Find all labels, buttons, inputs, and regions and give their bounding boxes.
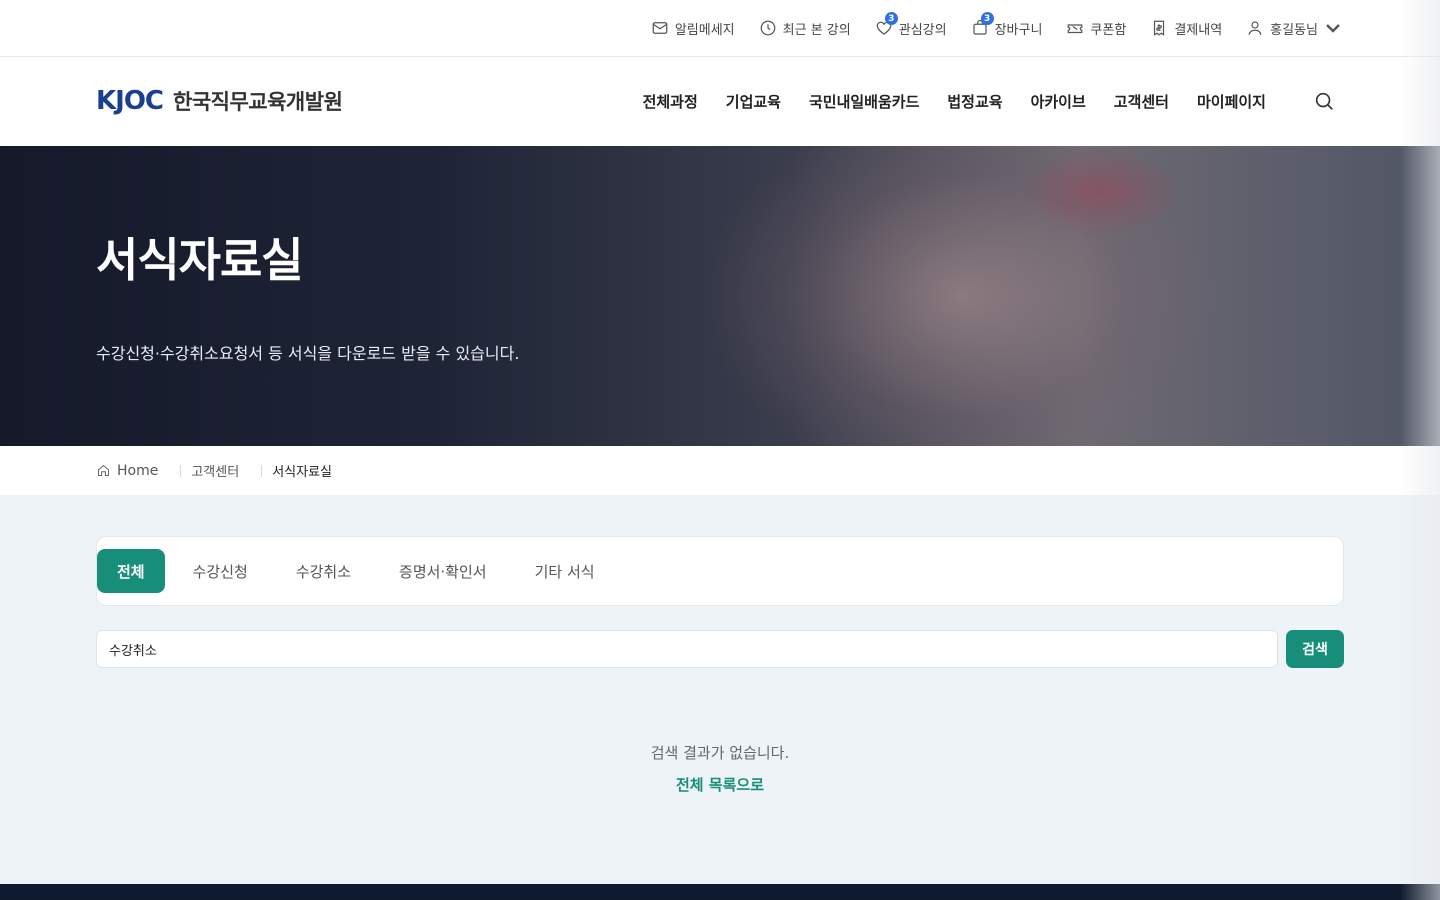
util-user-menu[interactable]: 홍길동님 — [1246, 19, 1342, 38]
breadcrumb-home-label: Home — [117, 462, 159, 479]
search-icon[interactable] — [1313, 90, 1335, 112]
breadcrumb-section[interactable]: 고객센터 — [191, 461, 239, 480]
home-icon — [98, 464, 109, 476]
util-recent-courses[interactable]: 최근 본 강의 — [759, 19, 851, 38]
util-notifications[interactable]: 알림메세지 — [651, 19, 735, 38]
footer — [0, 884, 1440, 900]
nav-corporate[interactable]: 기업교육 — [726, 91, 781, 112]
logo-text: 한국직무교육개발원 — [173, 90, 343, 114]
site-logo[interactable]: KJOC 한국직무교육개발원 — [96, 86, 343, 116]
mail-icon — [651, 19, 669, 37]
breadcrumb-divider — [261, 464, 263, 477]
util-coupons-label: 쿠폰함 — [1090, 22, 1127, 38]
util-coupons[interactable]: 쿠폰함 — [1066, 19, 1126, 38]
tab-all[interactable]: 전체 — [97, 549, 165, 593]
tab-other-forms[interactable]: 기타 서식 — [515, 549, 615, 593]
search-button[interactable]: 검색 — [1286, 630, 1344, 668]
breadcrumb: Home 고객센터 서식자료실 — [0, 446, 1440, 495]
wishlist-count-badge: 3 — [884, 12, 898, 25]
back-to-list-link[interactable]: 전체 목록으로 — [676, 776, 764, 794]
tab-enrollment[interactable]: 수강신청 — [173, 549, 268, 593]
ticket-icon — [1066, 19, 1084, 37]
hero-banner: 서식자료실 수강신청·수강취소요청서 등 서식을 다운로드 받을 수 있습니다. — [0, 146, 1440, 446]
user-icon — [1246, 19, 1264, 37]
back-link-row: 전체 목록으로 — [0, 774, 1440, 795]
heart-icon: 3 — [875, 12, 898, 37]
util-payments-label: 결제내역 — [1174, 22, 1223, 38]
shopping-bag-icon: 3 — [971, 12, 994, 37]
nav-archive[interactable]: 아카이브 — [1031, 91, 1086, 112]
utility-menu: 알림메세지 최근 본 강의 3 관심강의 3 장바구니 쿠폰함 결제내역 홍길동… — [651, 0, 1342, 56]
main-nav: 전체과정 기업교육 국민내일배움카드 법정교육 아카이브 고객센터 마이페이지 — [643, 57, 1266, 146]
nav-all-courses[interactable]: 전체과정 — [643, 91, 698, 112]
clock-icon — [759, 19, 777, 37]
empty-result-message: 검색 결과가 없습니다. — [650, 744, 790, 762]
search-input[interactable] — [96, 630, 1278, 668]
util-recent-courses-label: 최근 본 강의 — [782, 22, 851, 38]
nav-legal-education[interactable]: 법정교육 — [947, 91, 1002, 112]
page-description: 수강신청·수강취소요청서 등 서식을 다운로드 받을 수 있습니다. — [96, 344, 520, 363]
util-cart[interactable]: 3 장바구니 — [971, 12, 1043, 38]
category-tabs: 전체 수강신청 수강취소 증명서·확인서 기타 서식 — [96, 536, 1344, 606]
breadcrumb-home[interactable]: Home — [96, 463, 158, 479]
cart-count-badge: 3 — [980, 12, 994, 25]
util-user-label: 홍길동님 — [1270, 22, 1318, 38]
util-payments[interactable]: 결제내역 — [1150, 19, 1222, 38]
nav-mypage[interactable]: 마이페이지 — [1197, 91, 1266, 112]
tab-certificates[interactable]: 증명서·확인서 — [379, 549, 507, 593]
nav-learning-card[interactable]: 국민내일배움카드 — [809, 91, 919, 112]
utility-bar: 알림메세지 최근 본 강의 3 관심강의 3 장바구니 쿠폰함 결제내역 홍길동… — [0, 0, 1440, 57]
nav-customer-center[interactable]: 고객센터 — [1114, 91, 1169, 112]
page-title: 서식자료실 — [96, 233, 304, 287]
chevron-down-icon — [1326, 24, 1340, 33]
receipt-icon — [1150, 19, 1168, 37]
util-notifications-label: 알림메세지 — [674, 22, 735, 38]
logo-mark: KJOC — [96, 86, 164, 116]
main-header: KJOC 한국직무교육개발원 전체과정 기업교육 국민내일배움카드 법정교육 아… — [0, 57, 1440, 146]
breadcrumb-divider — [180, 464, 182, 477]
util-wishlist-label: 관심강의 — [898, 22, 947, 38]
util-wishlist[interactable]: 3 관심강의 — [875, 12, 947, 38]
breadcrumb-current: 서식자료실 — [272, 465, 332, 480]
tab-cancellation[interactable]: 수강취소 — [276, 549, 371, 593]
util-cart-label: 장바구니 — [994, 22, 1043, 38]
